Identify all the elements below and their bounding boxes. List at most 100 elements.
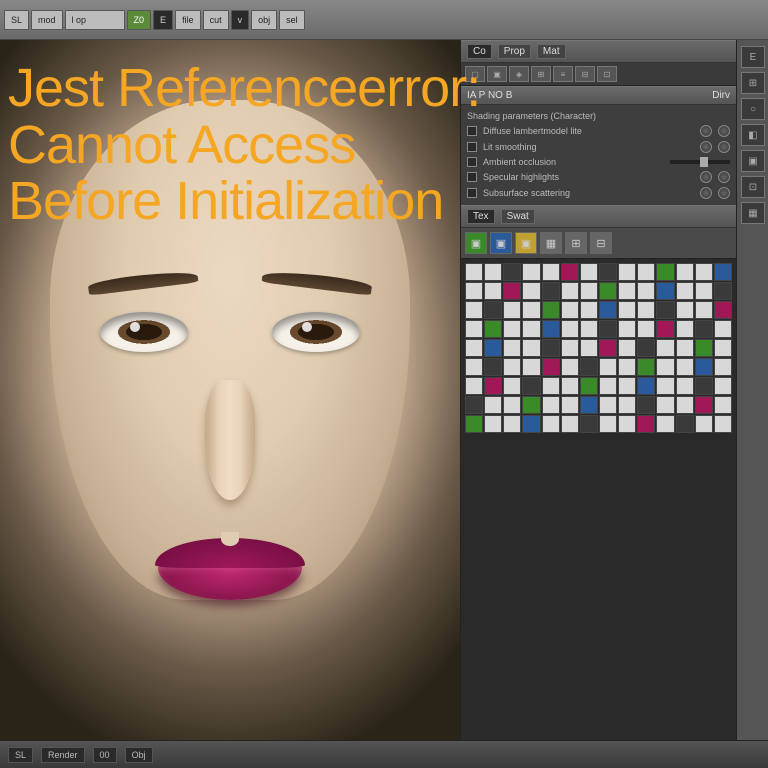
swatch-cell[interactable] <box>618 396 636 414</box>
swatch-cell[interactable] <box>714 415 732 433</box>
swatch-cell[interactable] <box>676 396 694 414</box>
strip-icon[interactable]: ▣ <box>741 150 765 172</box>
swatch-cell[interactable] <box>465 263 483 281</box>
knob-icon[interactable] <box>718 171 730 183</box>
swatch-cell[interactable] <box>676 377 694 395</box>
tab-prop[interactable]: Prop <box>498 44 531 59</box>
swatch-cell[interactable] <box>522 282 540 300</box>
swatch-cell[interactable] <box>465 301 483 319</box>
swatch-cell[interactable] <box>580 396 598 414</box>
mini-btn[interactable]: ⊡ <box>597 66 617 82</box>
status-mode[interactable]: Render <box>41 747 85 763</box>
swatch-cell[interactable] <box>637 263 655 281</box>
swatch-cell[interactable] <box>561 263 579 281</box>
swatch-cell[interactable] <box>714 282 732 300</box>
swatch-cell[interactable] <box>618 301 636 319</box>
swatch-cell[interactable] <box>484 320 502 338</box>
swatch-cell[interactable] <box>542 282 560 300</box>
swatch-cell[interactable] <box>656 339 674 357</box>
swatch-cell[interactable] <box>618 415 636 433</box>
swatch-cell[interactable] <box>714 301 732 319</box>
swatch-cell[interactable] <box>599 377 617 395</box>
viewport-canvas[interactable] <box>0 40 460 740</box>
swatch-tool[interactable]: ⊞ <box>565 232 587 254</box>
swatch-cell[interactable] <box>656 320 674 338</box>
swatch-cell[interactable] <box>656 358 674 376</box>
swatch-cell[interactable] <box>580 415 598 433</box>
swatch-cell[interactable] <box>637 358 655 376</box>
swatch-cell[interactable] <box>484 282 502 300</box>
swatch-cell[interactable] <box>695 301 713 319</box>
swatch-cell[interactable] <box>580 301 598 319</box>
swatch-cell[interactable] <box>484 301 502 319</box>
swatch-cell[interactable] <box>618 282 636 300</box>
toolbar-item[interactable]: sel <box>279 10 305 30</box>
swatch-cell[interactable] <box>599 339 617 357</box>
swatch-cell[interactable] <box>503 263 521 281</box>
swatch-cell[interactable] <box>656 415 674 433</box>
swatch-cell[interactable] <box>522 358 540 376</box>
swatch-cell[interactable] <box>599 396 617 414</box>
swatch-cell[interactable] <box>465 377 483 395</box>
swatch-cell[interactable] <box>714 263 732 281</box>
tab-tex[interactable]: Tex <box>467 209 495 224</box>
swatch-cell[interactable] <box>695 320 713 338</box>
swatch-grid[interactable] <box>461 259 736 740</box>
swatch-cell[interactable] <box>599 415 617 433</box>
swatch-cell[interactable] <box>522 396 540 414</box>
swatch-cell[interactable] <box>503 282 521 300</box>
swatch-cell[interactable] <box>714 358 732 376</box>
swatch-cell[interactable] <box>714 377 732 395</box>
checkbox-icon[interactable] <box>467 188 477 198</box>
swatch-cell[interactable] <box>676 358 694 376</box>
swatch-cell[interactable] <box>580 358 598 376</box>
swatch-cell[interactable] <box>561 301 579 319</box>
swatch-cell[interactable] <box>503 301 521 319</box>
swatch-cell[interactable] <box>484 263 502 281</box>
slider[interactable] <box>670 160 730 164</box>
toolbar-item[interactable]: file <box>175 10 201 30</box>
swatch-cell[interactable] <box>522 339 540 357</box>
swatch-cell[interactable] <box>695 396 713 414</box>
swatch-cell[interactable] <box>656 282 674 300</box>
param-row[interactable]: Lit smoothing <box>467 139 730 155</box>
strip-icon[interactable]: ○ <box>741 98 765 120</box>
swatch-cell[interactable] <box>676 320 694 338</box>
swatch-cell[interactable] <box>599 263 617 281</box>
toolbar-item[interactable]: Z0 <box>127 10 152 30</box>
swatch-cell[interactable] <box>637 282 655 300</box>
checkbox-icon[interactable] <box>467 172 477 182</box>
mini-btn[interactable]: ⊟ <box>575 66 595 82</box>
tab-mat[interactable]: Mat <box>537 44 566 59</box>
swatch-cell[interactable] <box>561 358 579 376</box>
swatch-cell[interactable] <box>542 301 560 319</box>
swatch-tool[interactable]: ⊟ <box>590 232 612 254</box>
swatch-cell[interactable] <box>637 377 655 395</box>
swatch-cell[interactable] <box>656 377 674 395</box>
swatch-cell[interactable] <box>522 263 540 281</box>
knob-icon[interactable] <box>718 141 730 153</box>
swatch-cell[interactable] <box>618 377 636 395</box>
swatch-cell[interactable] <box>695 339 713 357</box>
swatch-cell[interactable] <box>522 320 540 338</box>
swatch-cell[interactable] <box>542 377 560 395</box>
swatch-tool-yellow[interactable]: ▣ <box>515 232 537 254</box>
swatch-cell[interactable] <box>637 339 655 357</box>
swatch-cell[interactable] <box>542 339 560 357</box>
swatch-cell[interactable] <box>522 415 540 433</box>
swatch-cell[interactable] <box>465 320 483 338</box>
swatch-cell[interactable] <box>656 301 674 319</box>
swatch-cell[interactable] <box>484 377 502 395</box>
swatch-cell[interactable] <box>580 320 598 338</box>
swatch-cell[interactable] <box>484 339 502 357</box>
swatch-cell[interactable] <box>695 415 713 433</box>
swatch-cell[interactable] <box>599 320 617 338</box>
swatch-cell[interactable] <box>637 301 655 319</box>
mini-btn[interactable]: ≡ <box>553 66 573 82</box>
swatch-cell[interactable] <box>503 358 521 376</box>
swatch-cell[interactable] <box>465 415 483 433</box>
swatch-cell[interactable] <box>695 282 713 300</box>
mini-btn[interactable]: ⊞ <box>531 66 551 82</box>
swatch-cell[interactable] <box>465 358 483 376</box>
swatch-cell[interactable] <box>695 263 713 281</box>
